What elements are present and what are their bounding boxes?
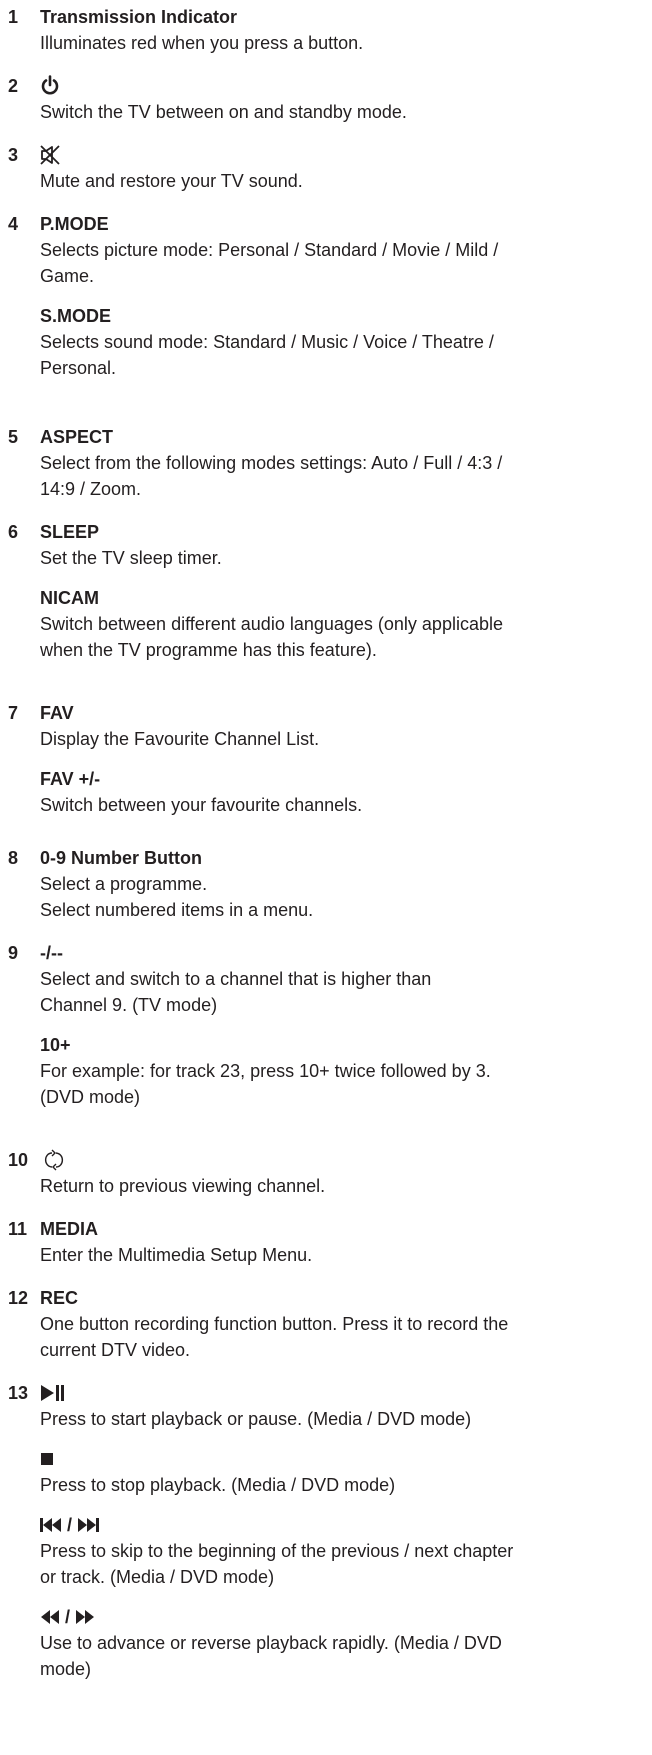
entry-description-line: Select from the following modes settings… <box>40 453 503 473</box>
entry-title: P.MODE <box>40 214 109 234</box>
entry-description-line: Selects picture mode: Personal / Standar… <box>40 240 499 260</box>
skip-back-icon <box>40 1517 62 1533</box>
entry-number: 6 <box>8 522 19 542</box>
entry-title: SLEEP <box>40 522 100 542</box>
entry-1: 1 Transmission Indicator Illuminates red… <box>0 4 652 56</box>
icon-separator: / <box>67 1515 73 1535</box>
entry-description-line: when the TV programme has this feature). <box>40 640 377 660</box>
entry-number: 9 <box>8 943 19 963</box>
entry-title: FAV <box>40 703 74 723</box>
entry-number: 5 <box>8 427 19 447</box>
entry-description: Set the TV sleep timer. <box>40 548 222 568</box>
entry-title: REC <box>40 1288 79 1308</box>
entry-8: 8 0-9 Number Button Select a programme. … <box>0 845 652 923</box>
entry-number: 13 <box>8 1383 29 1403</box>
entry-13: 13 Press to start playback or pause. (Me… <box>0 1380 652 1682</box>
icon-separator: / <box>65 1607 71 1627</box>
entry-description-line: Personal. <box>40 358 117 378</box>
entry-4: 4 P.MODE Selects picture mode: Personal … <box>0 211 652 381</box>
entry-number: 4 <box>8 214 19 234</box>
recall-icon <box>40 1149 68 1171</box>
entry-description: Display the Favourite Channel List. <box>40 729 320 749</box>
entry-title: MEDIA <box>40 1219 98 1239</box>
entry-9: 9 -/-- Select and switch to a channel th… <box>0 940 652 1110</box>
entry-description: Mute and restore your TV sound. <box>40 171 303 191</box>
play-pause-icon <box>40 1383 66 1403</box>
entry-description-line: Select numbered items in a menu. <box>40 900 314 920</box>
entry-description-line: For example: for track 23, press 10+ twi… <box>40 1061 491 1081</box>
entry-description-line: Select a programme. <box>40 874 208 894</box>
entry-title: -/-- <box>40 943 63 963</box>
entry-number: 8 <box>8 848 19 868</box>
entry-6: 6 SLEEP Set the TV sleep timer. NICAM Sw… <box>0 519 652 663</box>
entry-subtitle: S.MODE <box>40 306 112 326</box>
entry-description-line: Switch between different audio languages… <box>40 614 503 634</box>
entry-12: 12 REC One button recording function but… <box>0 1285 652 1363</box>
entry-number: 3 <box>8 145 19 165</box>
entry-description-line: Selects sound mode: Standard / Music / V… <box>40 332 494 352</box>
manual-page: 1 Transmission Indicator Illuminates red… <box>0 0 652 1755</box>
entry-number: 7 <box>8 703 19 723</box>
entry-2: 2 Switch the TV between on and standby m… <box>0 73 652 125</box>
entry-description: Illuminates red when you press a button. <box>40 33 364 53</box>
entry-number: 10 <box>8 1150 29 1170</box>
entry-description: Press to start playback or pause. (Media… <box>40 1409 472 1429</box>
entry-description: Return to previous viewing channel. <box>40 1176 326 1196</box>
fast-forward-icon <box>75 1609 95 1625</box>
entry-subtitle: FAV +/- <box>40 769 101 789</box>
stop-icon <box>40 1452 54 1466</box>
entry-description: Switch between your favourite channels. <box>40 795 363 815</box>
entry-description-line: current DTV video. <box>40 1340 191 1360</box>
entry-description: Switch the TV between on and standby mod… <box>40 102 407 122</box>
entry-title: 0-9 Number Button <box>40 848 202 868</box>
skip-forward-icon <box>77 1517 100 1533</box>
power-icon <box>40 75 60 97</box>
entry-description-line: mode) <box>40 1659 92 1679</box>
entry-title: ASPECT <box>40 427 114 447</box>
entry-description-line: Press to skip to the beginning of the pr… <box>40 1541 514 1561</box>
entry-subtitle: 10+ <box>40 1035 71 1055</box>
entry-description-line: Select and switch to a channel that is h… <box>40 969 432 989</box>
entry-number: 2 <box>8 76 19 96</box>
mute-icon <box>40 145 60 165</box>
entry-number: 11 <box>8 1219 28 1239</box>
entry-title: Transmission Indicator <box>40 7 238 27</box>
entry-5: 5 ASPECT Select from the following modes… <box>0 424 652 502</box>
entry-description-line: Game. <box>40 266 95 286</box>
entry-subtitle: NICAM <box>40 588 99 608</box>
entry-number: 1 <box>8 7 19 27</box>
entry-description: Enter the Multimedia Setup Menu. <box>40 1245 313 1265</box>
rewind-icon <box>40 1609 60 1625</box>
entry-7: 7 FAV Display the Favourite Channel List… <box>0 700 652 818</box>
entry-10: 10 Return to previous viewing channel. <box>0 1147 652 1199</box>
entry-description-line: Use to advance or reverse playback rapid… <box>40 1633 502 1653</box>
entry-description-line: Channel 9. (TV mode) <box>40 995 218 1015</box>
entry-description-line: or track. (Media / DVD mode) <box>40 1567 275 1587</box>
entry-11: 11 MEDIA Enter the Multimedia Setup Menu… <box>0 1216 652 1268</box>
entry-description-line: (DVD mode) <box>40 1087 141 1107</box>
entry-number: 12 <box>8 1288 29 1308</box>
entry-description-line: 14:9 / Zoom. <box>40 479 142 499</box>
entry-description-line: One button recording function button. Pr… <box>40 1314 509 1334</box>
entry-description: Press to stop playback. (Media / DVD mod… <box>40 1475 396 1495</box>
entry-3: 3 Mute and restore your TV sound. <box>0 142 652 194</box>
